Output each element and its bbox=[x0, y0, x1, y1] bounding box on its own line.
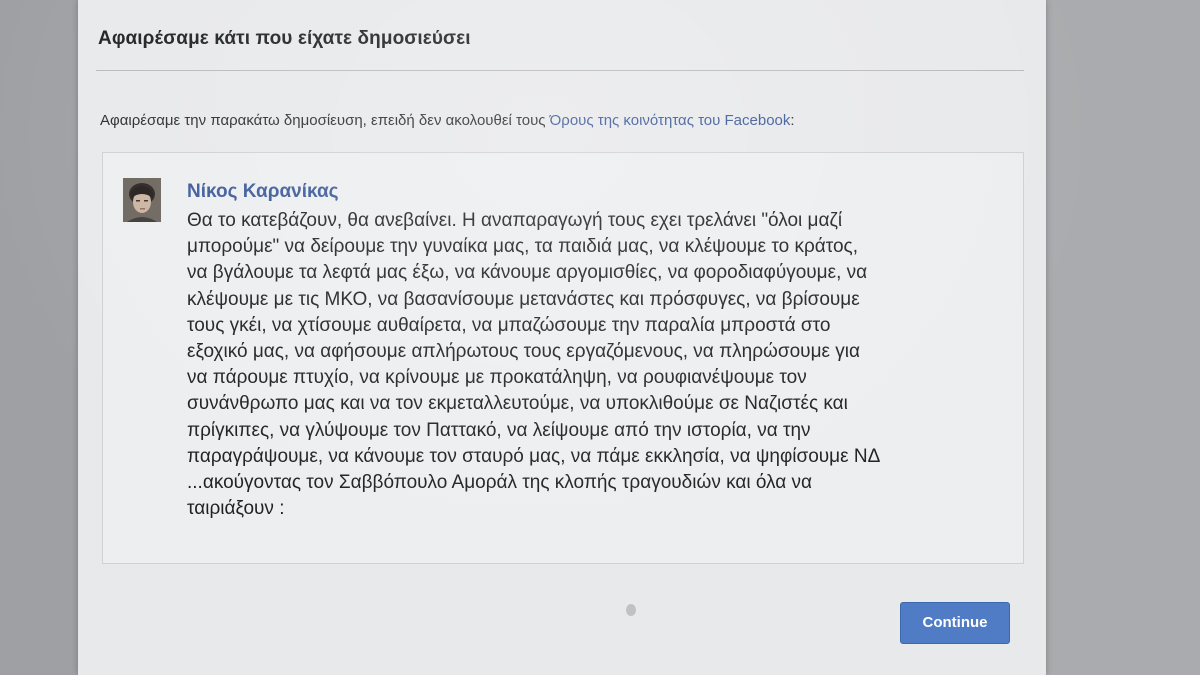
post-line: εξοχικό μας, να αφήσουμε απλήρωτους τους… bbox=[187, 341, 860, 363]
post-line: πρίγκιπες, να γλύψουμε τον Παττακό, να λ… bbox=[187, 419, 811, 441]
title-divider bbox=[96, 70, 1024, 71]
continue-button[interactable]: Continue bbox=[900, 602, 1010, 644]
post-line: παραγράψουμε, να κάνουμε τον σταυρό μας,… bbox=[187, 445, 881, 467]
post-line: μπορούμε" να δείρουμε την γυναίκα μας, τ… bbox=[187, 236, 858, 258]
post-line: Θα το κατεβάζουν, θα ανεβαίνει. Η αναπαρ… bbox=[187, 210, 843, 231]
post-body: Θα το κατεβάζουν, θα ανεβαίνει. Η αναπαρ… bbox=[187, 208, 1002, 522]
post-line: να πάρουμε πτυχίο, να κρίνουμε με προκατ… bbox=[187, 367, 807, 389]
post-line: να βγάλουμε τα λεφτά μας έξω, να κάνουμε… bbox=[187, 262, 868, 284]
background-left bbox=[0, 0, 80, 675]
intro-text: Αφαιρέσαμε την παρακάτω δημοσίευση, επει… bbox=[100, 112, 550, 129]
dialog-title: Αφαιρέσαμε κάτι που είχατε δημοσιεύσει bbox=[98, 28, 471, 49]
avatar[interactable] bbox=[123, 178, 161, 222]
community-standards-link[interactable]: Όρους της κοινότητας του Facebook bbox=[550, 112, 791, 129]
background-right bbox=[1045, 0, 1200, 675]
avatar-image bbox=[123, 178, 161, 222]
post-line: τους γκέι, να χτίσουμε αυθαίρετα, να μπα… bbox=[187, 314, 831, 336]
mouse-cursor bbox=[626, 604, 636, 616]
intro-suffix: : bbox=[790, 112, 795, 129]
post-line: συνάνθρωπο μας και να τον εκμεταλλευτούμ… bbox=[187, 393, 848, 415]
post-line: κλέψουμε με τις ΜΚΟ, να βασανίσουμε μετα… bbox=[187, 288, 860, 310]
intro-message: Αφαιρέσαμε την παρακάτω δημοσίευση, επει… bbox=[100, 112, 795, 129]
post-line: ταιριάξουν : bbox=[187, 498, 285, 520]
post-author-name[interactable]: Νίκος Καρανίκας bbox=[187, 181, 339, 203]
removal-dialog: Αφαιρέσαμε κάτι που είχατε δημοσιεύσει Α… bbox=[78, 0, 1046, 675]
post-line: ...ακούγοντας τον Σαββόπουλο Αμοράλ της … bbox=[187, 472, 813, 494]
removed-post: Νίκος Καρανίκας Θα το κατεβάζουν, θα ανε… bbox=[102, 152, 1024, 564]
